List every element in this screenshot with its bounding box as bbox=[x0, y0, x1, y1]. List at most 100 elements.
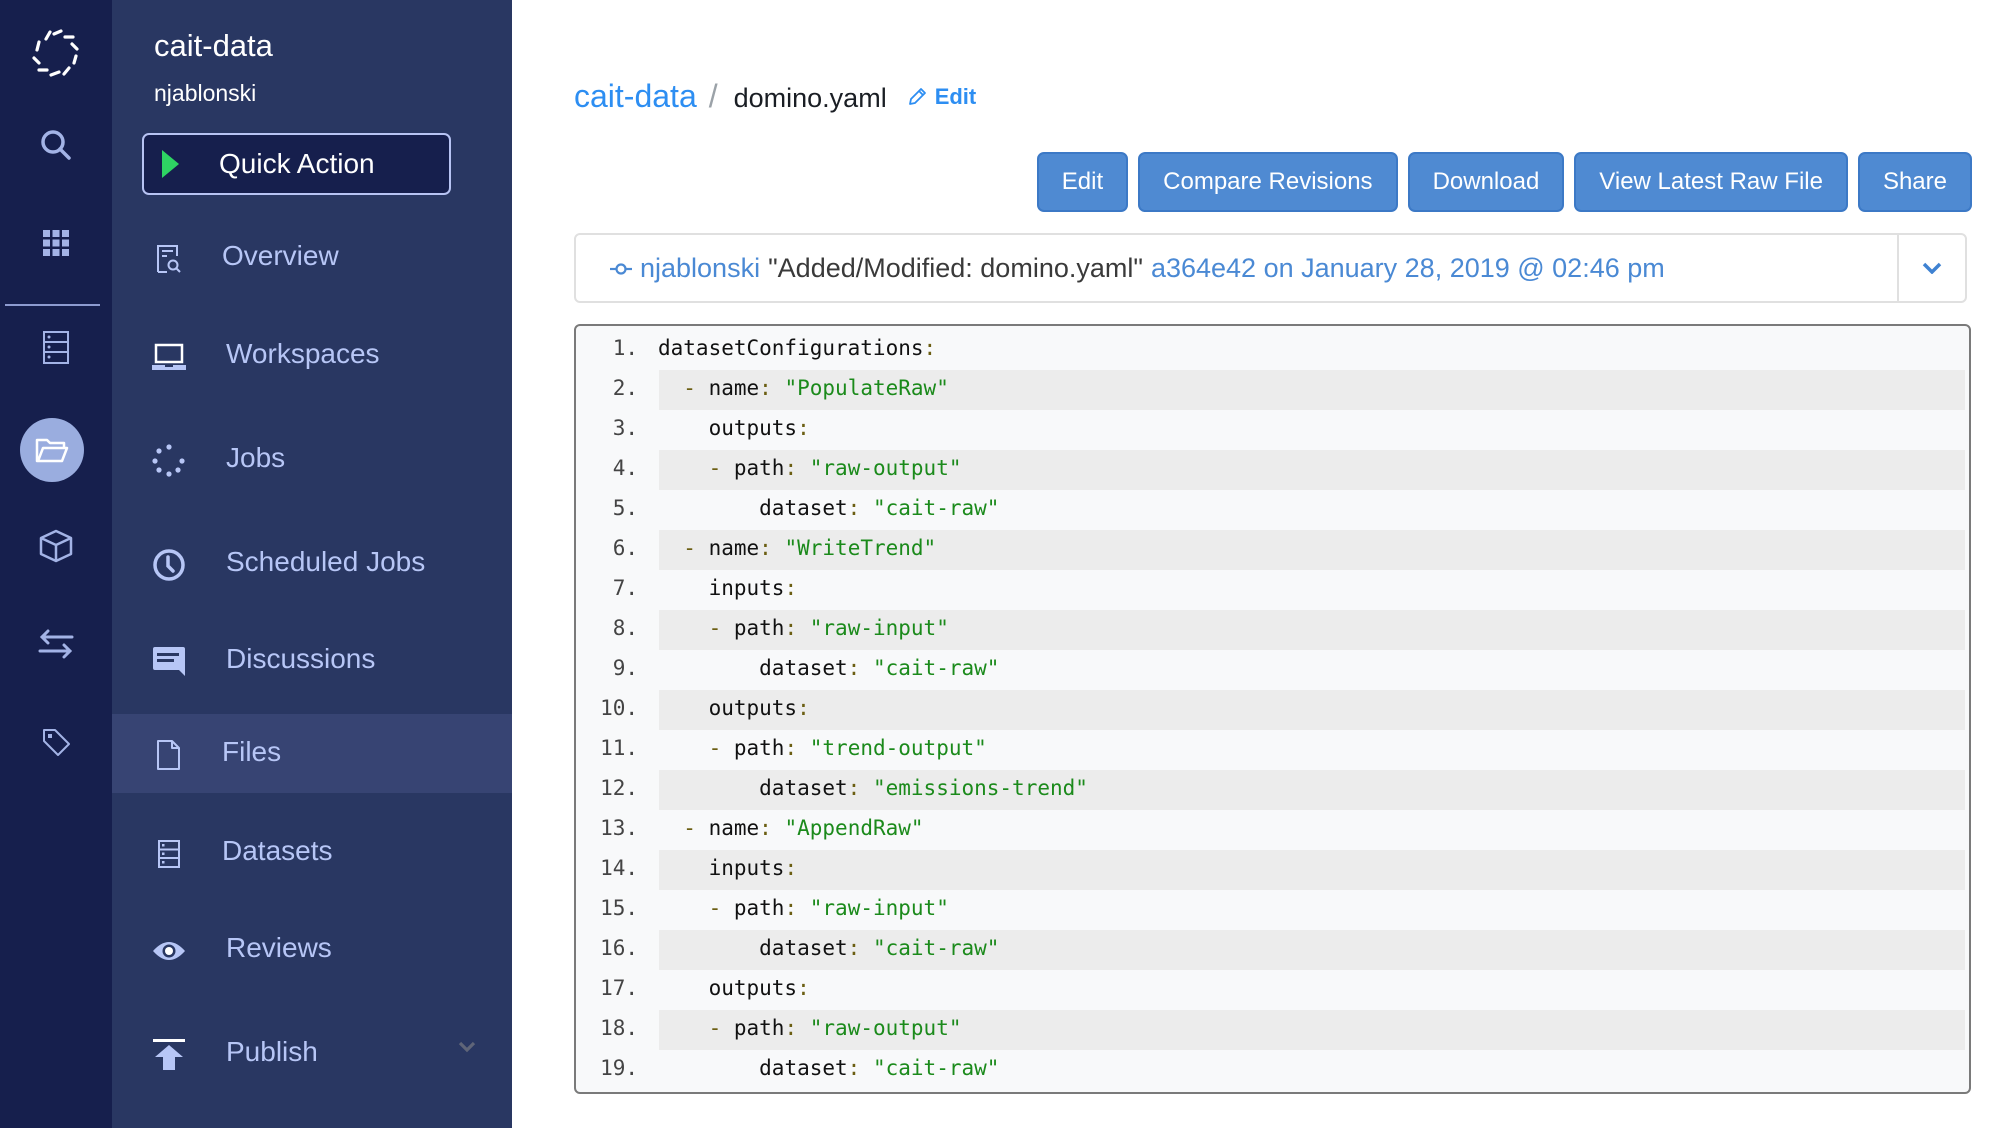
code-line: 14. inputs: bbox=[576, 850, 1969, 890]
code-text: - path: "raw-output" bbox=[708, 456, 962, 480]
line-number: 5. bbox=[612, 496, 638, 520]
yaml-key: outputs bbox=[708, 976, 798, 1000]
sidebar-item-publish[interactable]: Publish bbox=[112, 1014, 512, 1094]
pencil-icon bbox=[908, 88, 926, 105]
code-text: dataset: "cait-raw" bbox=[759, 496, 1000, 520]
chevron-down-icon[interactable] bbox=[458, 1040, 476, 1058]
code-text: - path: "raw-input" bbox=[708, 896, 949, 920]
sidebar-item-overview[interactable]: Overview bbox=[112, 218, 512, 298]
code-line: 6. - name: "WriteTrend" bbox=[576, 530, 1969, 570]
sidebar-item-label: Datasets bbox=[222, 835, 333, 866]
code-line: 2. - name: "PopulateRaw" bbox=[576, 370, 1969, 410]
yaml-key: name bbox=[708, 376, 760, 400]
code-text: - path: "trend-output" bbox=[708, 736, 987, 760]
datasets-icon[interactable] bbox=[0, 330, 112, 366]
line-number: 10. bbox=[600, 696, 638, 720]
code-text: inputs: bbox=[708, 576, 798, 600]
yaml-key: dataset bbox=[759, 656, 848, 680]
yaml-string-value: "cait-raw" bbox=[872, 656, 1000, 680]
yaml-string-value: "cait-raw" bbox=[872, 496, 1000, 520]
sidebar-item-files[interactable]: Files bbox=[112, 714, 512, 793]
compare-revisions-button[interactable]: Compare Revisions bbox=[1138, 152, 1398, 212]
yaml-key: outputs bbox=[708, 416, 798, 440]
yaml-string-value: "WriteTrend" bbox=[784, 536, 937, 560]
code-line: 12. dataset: "emissions-trend" bbox=[576, 770, 1969, 810]
breadcrumb-project-link[interactable]: cait-data bbox=[574, 78, 697, 115]
sidebar-item-label: Overview bbox=[222, 240, 339, 271]
yaml-key: path bbox=[733, 616, 785, 640]
domino-logo-icon[interactable] bbox=[0, 22, 112, 82]
download-button[interactable]: Download bbox=[1407, 152, 1565, 212]
yaml-string-value: "AppendRaw" bbox=[784, 816, 924, 840]
sidebar-item-label: Workspaces bbox=[226, 338, 380, 369]
quick-action-button[interactable]: Quick Action bbox=[142, 133, 451, 195]
tag-icon[interactable] bbox=[0, 724, 112, 760]
line-number: 3. bbox=[612, 416, 638, 440]
code-line-stripe bbox=[659, 970, 1965, 1010]
yaml-key: dataset bbox=[759, 496, 848, 520]
sidebar-item-discussions[interactable]: Discussions bbox=[112, 621, 512, 701]
inline-edit-label: Edit bbox=[934, 84, 977, 109]
yaml-key: inputs bbox=[708, 856, 785, 880]
code-line: 19. dataset: "cait-raw" bbox=[576, 1050, 1969, 1090]
yaml-key: dataset bbox=[759, 1056, 848, 1080]
code-line: 11. - path: "trend-output" bbox=[576, 730, 1969, 770]
sidebar-item-scheduled-jobs[interactable]: Scheduled Jobs bbox=[112, 524, 512, 604]
sidebar-item-workspaces[interactable]: Workspaces bbox=[112, 316, 512, 396]
publish-icon bbox=[152, 1038, 186, 1072]
quick-action-label: Quick Action bbox=[219, 148, 375, 179]
yaml-key: dataset bbox=[759, 936, 848, 960]
sidebar-item-label: Publish bbox=[226, 1036, 318, 1067]
code-line: 18. - path: "raw-output" bbox=[576, 1010, 1969, 1050]
file-content-viewer: 1. datasetConfigurations: 2. - name: "Popu… bbox=[574, 324, 1971, 1094]
sidebar-item-reviews[interactable]: Reviews bbox=[112, 910, 512, 990]
code-line-stripe bbox=[659, 410, 1965, 450]
file-icon bbox=[152, 738, 186, 772]
commit-info-bar: njablonski "Added/Modified: domino.yaml"… bbox=[574, 233, 1967, 303]
code-line: 17. outputs: bbox=[576, 970, 1969, 1010]
jobs-spinner-icon bbox=[152, 444, 186, 478]
share-button[interactable]: Share bbox=[1857, 152, 1972, 212]
apps-grid-icon[interactable] bbox=[0, 228, 112, 258]
folder-icon[interactable] bbox=[20, 418, 84, 482]
search-icon[interactable] bbox=[0, 122, 112, 168]
yaml-string-value: "raw-input" bbox=[809, 616, 949, 640]
line-number: 19. bbox=[600, 1056, 638, 1080]
sidebar-item-label: Discussions bbox=[226, 643, 376, 674]
line-number: 15. bbox=[600, 896, 638, 920]
edit-button[interactable]: Edit bbox=[1036, 152, 1129, 212]
sidebar-item-datasets[interactable]: Datasets bbox=[112, 813, 512, 893]
overview-icon bbox=[152, 242, 186, 276]
code-text: outputs: bbox=[708, 416, 810, 440]
commit-author-link[interactable]: njablonski bbox=[640, 253, 760, 284]
code-text: - name: "AppendRaw" bbox=[683, 816, 924, 840]
code-line: 8. - path: "raw-input" bbox=[576, 610, 1969, 650]
line-number: 18. bbox=[600, 1016, 638, 1040]
code-text: - path: "raw-input" bbox=[708, 616, 949, 640]
project-name[interactable]: cait-data bbox=[154, 28, 273, 64]
yaml-string-value: "PopulateRaw" bbox=[784, 376, 949, 400]
breadcrumb: cait-data / domino.yaml Edit bbox=[574, 78, 976, 115]
commit-hash-link[interactable]: a364e42 on January 28, 2019 @ 02:46 pm bbox=[1151, 253, 1665, 284]
breadcrumb-separator: / bbox=[708, 78, 718, 114]
cube-icon[interactable] bbox=[0, 526, 112, 566]
yaml-string-value: "cait-raw" bbox=[872, 1056, 1000, 1080]
yaml-string-value: "cait-raw" bbox=[872, 936, 1000, 960]
inline-edit-link[interactable]: Edit bbox=[907, 84, 977, 110]
code-text: dataset: "emissions-trend" bbox=[759, 776, 1088, 800]
view-latest-raw-file-button[interactable]: View Latest Raw File bbox=[1574, 152, 1848, 212]
commit-history-toggle[interactable] bbox=[1899, 235, 1965, 301]
transfer-arrows-icon[interactable] bbox=[0, 624, 112, 664]
eye-icon bbox=[152, 934, 186, 968]
code-line: 3. outputs: bbox=[576, 410, 1969, 450]
code-text: dataset: "cait-raw" bbox=[759, 936, 1000, 960]
code-line: 4. - path: "raw-output" bbox=[576, 450, 1969, 490]
line-number: 2. bbox=[612, 376, 638, 400]
code-line-stripe bbox=[659, 690, 1965, 730]
sidebar-item-label: Jobs bbox=[226, 442, 286, 473]
yaml-string-value: "trend-output" bbox=[809, 736, 987, 760]
yaml-string-value: "emissions-trend" bbox=[872, 776, 1088, 800]
line-number: 7. bbox=[612, 576, 638, 600]
sidebar-item-jobs[interactable]: Jobs bbox=[112, 420, 512, 500]
rail-divider bbox=[5, 304, 100, 306]
